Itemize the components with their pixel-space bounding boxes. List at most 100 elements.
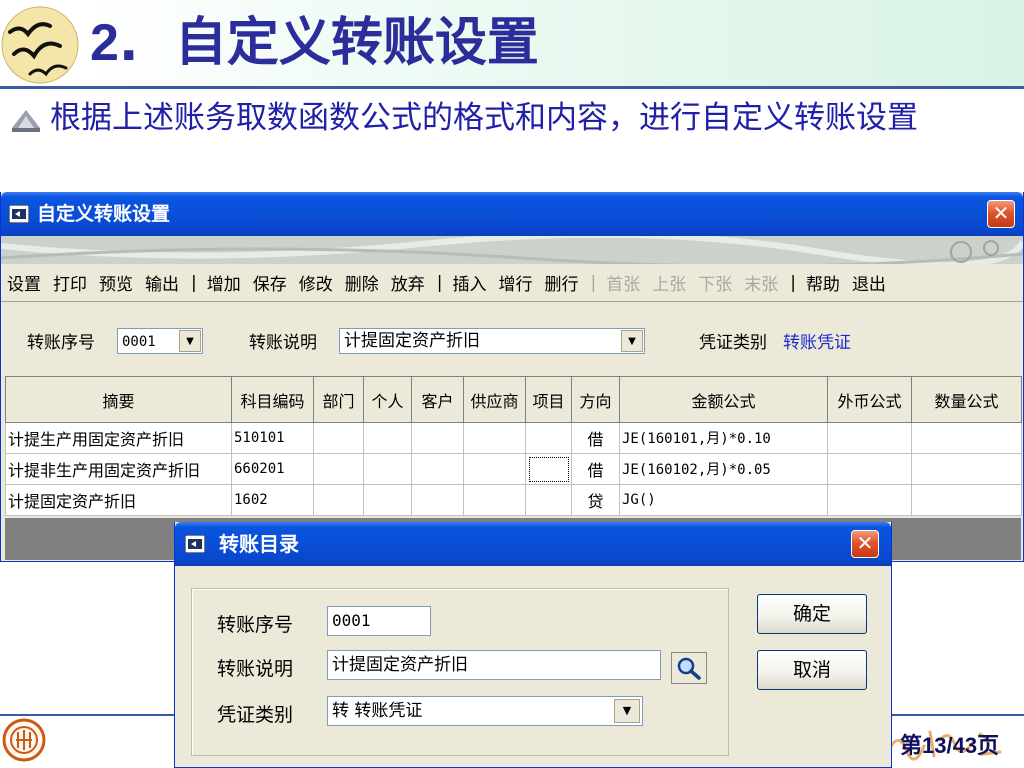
- cell-customer[interactable]: [411, 453, 464, 485]
- seq-select[interactable]: 0001 ▼: [117, 328, 203, 354]
- col-person[interactable]: 个人: [363, 376, 412, 423]
- col-direction[interactable]: 方向: [571, 376, 620, 423]
- toolbar-separator: |: [590, 272, 597, 293]
- cell-summary[interactable]: 计提固定资产折旧: [5, 484, 232, 516]
- cell-person[interactable]: [363, 484, 412, 516]
- col-summary[interactable]: 摘要: [5, 376, 232, 423]
- col-department[interactable]: 部门: [313, 376, 364, 423]
- toolbar-edit[interactable]: 修改: [299, 270, 333, 295]
- cell-amount-formula[interactable]: JE(160101,月)*0.10: [619, 422, 828, 454]
- cell-person[interactable]: [363, 453, 412, 485]
- toolbar-help[interactable]: 帮助: [806, 270, 840, 295]
- toolbar-last[interactable]: 末张: [744, 270, 778, 295]
- search-button[interactable]: [671, 652, 707, 684]
- cell-direction[interactable]: 贷: [571, 484, 620, 516]
- grid-header-row: 摘要 科目编码 部门 个人 客户 供应商 项目 方向 金额公式 外币公式 数量公…: [5, 376, 1022, 423]
- ok-button[interactable]: 确定: [757, 594, 867, 634]
- col-supplier[interactable]: 供应商: [463, 376, 526, 423]
- bullet-icon: [12, 110, 40, 132]
- cancel-button[interactable]: 取消: [757, 650, 867, 690]
- table-row[interactable]: 计提非生产用固定资产折旧 660201 借 JE(160102,月)*0.05: [5, 453, 1022, 485]
- birds-logo-icon: [1, 6, 79, 84]
- search-icon: [677, 657, 701, 680]
- toolbar-exit[interactable]: 退出: [852, 270, 886, 295]
- close-button[interactable]: ✕: [851, 530, 879, 558]
- cell-customer[interactable]: [411, 484, 464, 516]
- toolbar-setup[interactable]: 设置: [7, 270, 41, 295]
- toolbar-save[interactable]: 保存: [253, 270, 287, 295]
- seq-input[interactable]: 0001: [327, 606, 431, 636]
- desc-select[interactable]: 计提固定资产折旧 ▼: [339, 328, 645, 354]
- toolbar-separator: |: [790, 272, 796, 293]
- toolbar-insert[interactable]: 插入: [452, 270, 486, 295]
- cell-department[interactable]: [313, 453, 364, 485]
- cell-amount-formula[interactable]: JG(): [619, 484, 828, 516]
- cell-department[interactable]: [313, 422, 364, 454]
- cell-account-code[interactable]: 510101: [231, 422, 314, 454]
- voucher-select[interactable]: 转 转账凭证 ▼: [327, 696, 643, 726]
- desc-label: 转账说明: [249, 333, 317, 353]
- dialog-titlebar[interactable]: 转账目录 ✕: [175, 522, 891, 566]
- close-button[interactable]: ✕: [987, 200, 1015, 228]
- cell-project[interactable]: [525, 484, 572, 516]
- toolbar-preview[interactable]: 预览: [99, 270, 133, 295]
- voucher-label: 凭证类别: [699, 333, 767, 353]
- cell-supplier[interactable]: [463, 453, 526, 485]
- cell-project[interactable]: [525, 422, 572, 454]
- col-project[interactable]: 项目: [525, 376, 572, 423]
- toolbar-delete[interactable]: 删除: [345, 270, 379, 295]
- cell-fx-formula[interactable]: [827, 453, 912, 485]
- cell-fx-formula[interactable]: [827, 484, 912, 516]
- cell-summary[interactable]: 计提非生产用固定资产折旧: [5, 453, 232, 485]
- cell-supplier[interactable]: [463, 422, 526, 454]
- cell-department[interactable]: [313, 484, 364, 516]
- cell-summary[interactable]: 计提生产用固定资产折旧: [5, 422, 232, 454]
- cell-fx-formula[interactable]: [827, 422, 912, 454]
- chevron-down-icon[interactable]: ▼: [614, 699, 640, 723]
- toolbar-add-row[interactable]: 增行: [498, 270, 532, 295]
- cell-account-code[interactable]: 1602: [231, 484, 314, 516]
- dlg-seq-label: 转账序号: [217, 614, 294, 636]
- col-account-code[interactable]: 科目编码: [231, 376, 314, 423]
- voucher-value: 转账凭证: [783, 333, 851, 353]
- cell-direction[interactable]: 借: [571, 422, 620, 454]
- toolbar-export[interactable]: 输出: [145, 270, 179, 295]
- cell-amount-formula[interactable]: JE(160102,月)*0.05: [619, 453, 828, 485]
- cell-supplier[interactable]: [463, 484, 526, 516]
- cell-qty-formula[interactable]: [911, 422, 1022, 454]
- desc-input[interactable]: 计提固定资产折旧: [327, 650, 661, 680]
- app-icon: [185, 535, 205, 553]
- toolbar-prev[interactable]: 上张: [652, 270, 686, 295]
- toolbar-discard[interactable]: 放弃: [391, 270, 425, 295]
- cell-qty-formula[interactable]: [911, 484, 1022, 516]
- seq-value: 0001: [122, 334, 156, 350]
- col-qty-formula[interactable]: 数量公式: [911, 376, 1022, 423]
- cell-project[interactable]: [525, 453, 572, 485]
- cell-qty-formula[interactable]: [911, 453, 1022, 485]
- custom-transfer-window: 自定义转账设置 ✕ 设置 打印 预览 输出 | 增加 保存 修改 删除 放弃 |…: [0, 192, 1024, 562]
- table-row[interactable]: 计提固定资产折旧 1602 贷 JG(): [5, 484, 1022, 516]
- toolbar-add[interactable]: 增加: [207, 270, 241, 295]
- toolbar-first[interactable]: 首张: [606, 270, 640, 295]
- title-divider: [0, 86, 1024, 89]
- toolbar-print[interactable]: 打印: [53, 270, 87, 295]
- col-fx-formula[interactable]: 外币公式: [827, 376, 912, 423]
- chevron-down-icon[interactable]: ▼: [621, 330, 643, 352]
- cell-account-code[interactable]: 660201: [231, 453, 314, 485]
- table-row[interactable]: 计提生产用固定资产折旧 510101 借 JE(160101,月)*0.10: [5, 422, 1022, 454]
- toolbar-delete-row[interactable]: 删行: [544, 270, 578, 295]
- bullet-text: 根据上述账务取数函数公式的格式和内容，进行自定义转账设置: [50, 100, 918, 136]
- cell-direction[interactable]: 借: [571, 453, 620, 485]
- chevron-down-icon[interactable]: ▼: [179, 330, 201, 352]
- toolbar-next[interactable]: 下张: [698, 270, 732, 295]
- cell-person[interactable]: [363, 422, 412, 454]
- seq-label: 转账序号: [27, 333, 95, 353]
- col-amount-formula[interactable]: 金额公式: [619, 376, 828, 423]
- voucher-select-value: 转 转账凭证: [332, 701, 423, 721]
- page-title: 2. 自定义转账设置: [90, 13, 539, 73]
- cell-customer[interactable]: [411, 422, 464, 454]
- window-title: 自定义转账设置: [37, 203, 171, 225]
- transfer-directory-dialog: 转账目录 ✕ 转账序号 0001 转账说明 计提固定资产折旧 凭证类别 转 转账…: [174, 522, 892, 768]
- window-titlebar[interactable]: 自定义转账设置 ✕: [1, 192, 1023, 236]
- col-customer[interactable]: 客户: [411, 376, 464, 423]
